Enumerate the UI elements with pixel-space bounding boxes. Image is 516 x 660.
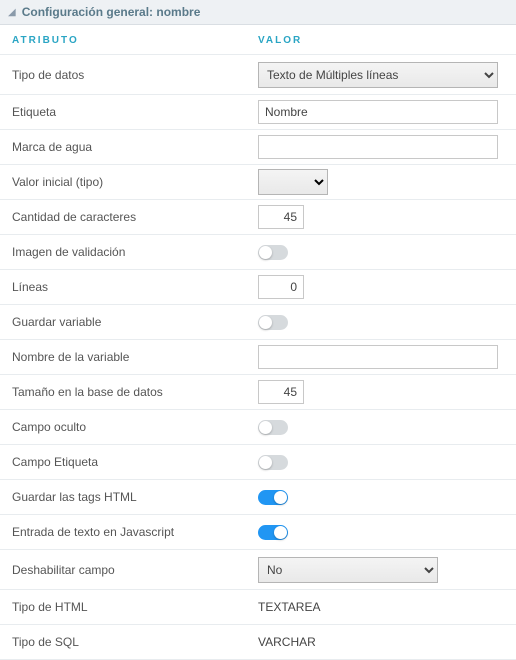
- panel-title: Configuración general: nombre: [22, 5, 201, 19]
- row-initial-value: Valor inicial (tipo): [0, 165, 516, 200]
- label-label-field: Campo Etiqueta: [8, 455, 258, 469]
- select-data-type[interactable]: Texto de Múltiples líneas: [258, 62, 498, 88]
- label-html-type: Tipo de HTML: [8, 600, 258, 614]
- column-headers: ATRIBUTO VALOR: [0, 25, 516, 55]
- select-disable-field[interactable]: No: [258, 557, 438, 583]
- toggle-js-text-input[interactable]: [258, 525, 288, 540]
- row-validation-img: Imagen de validación: [0, 235, 516, 270]
- select-initial-value[interactable]: [258, 169, 328, 195]
- label-save-html-tags: Guardar las tags HTML: [8, 490, 258, 504]
- label-lines: Líneas: [8, 280, 258, 294]
- row-label-field: Campo Etiqueta: [0, 445, 516, 480]
- label-var-name: Nombre de la variable: [8, 350, 258, 364]
- label-save-var: Guardar variable: [8, 315, 258, 329]
- label-watermark: Marca de agua: [8, 140, 258, 154]
- row-html-type: Tipo de HTML TEXTAREA: [0, 590, 516, 625]
- row-watermark: Marca de agua: [0, 130, 516, 165]
- row-char-count: Cantidad de caracteres: [0, 200, 516, 235]
- row-var-name: Nombre de la variable: [0, 340, 516, 375]
- label-char-count: Cantidad de caracteres: [8, 210, 258, 224]
- row-label: Etiqueta: [0, 95, 516, 130]
- panel-header[interactable]: ◢ Configuración general: nombre: [0, 0, 516, 25]
- toggle-save-html-tags[interactable]: [258, 490, 288, 505]
- row-hidden-field: Campo oculto: [0, 410, 516, 445]
- label-disable-field: Deshabilitar campo: [8, 563, 258, 577]
- label-validation-img: Imagen de validación: [8, 245, 258, 259]
- row-data-type: Tipo de datos Texto de Múltiples líneas: [0, 55, 516, 95]
- toggle-save-var[interactable]: [258, 315, 288, 330]
- input-label[interactable]: [258, 100, 498, 124]
- row-db-size: Tamaño en la base de datos: [0, 375, 516, 410]
- row-save-html-tags: Guardar las tags HTML: [0, 480, 516, 515]
- toggle-validation-img[interactable]: [258, 245, 288, 260]
- row-lines: Líneas: [0, 270, 516, 305]
- label-hidden-field: Campo oculto: [8, 420, 258, 434]
- label-data-type: Tipo de datos: [8, 68, 258, 82]
- row-js-text-input: Entrada de texto en Javascript: [0, 515, 516, 550]
- label-initial-value: Valor inicial (tipo): [8, 175, 258, 189]
- column-header-val: VALOR: [258, 35, 508, 46]
- label-js-text-input: Entrada de texto en Javascript: [8, 525, 258, 539]
- row-sql-type: Tipo de SQL VARCHAR: [0, 625, 516, 660]
- input-lines[interactable]: [258, 275, 304, 299]
- row-disable-field: Deshabilitar campo No: [0, 550, 516, 590]
- value-sql-type: VARCHAR: [258, 635, 316, 649]
- value-html-type: TEXTAREA: [258, 600, 320, 614]
- input-var-name[interactable]: [258, 345, 498, 369]
- label-sql-type: Tipo de SQL: [8, 635, 258, 649]
- input-db-size[interactable]: [258, 380, 304, 404]
- input-char-count[interactable]: [258, 205, 304, 229]
- column-header-attr: ATRIBUTO: [8, 35, 258, 46]
- toggle-hidden-field[interactable]: [258, 420, 288, 435]
- toggle-label-field[interactable]: [258, 455, 288, 470]
- input-watermark[interactable]: [258, 135, 498, 159]
- row-save-var: Guardar variable: [0, 305, 516, 340]
- collapse-icon: ◢: [8, 7, 16, 18]
- label-db-size: Tamaño en la base de datos: [8, 385, 258, 399]
- label-etiqueta: Etiqueta: [8, 105, 258, 119]
